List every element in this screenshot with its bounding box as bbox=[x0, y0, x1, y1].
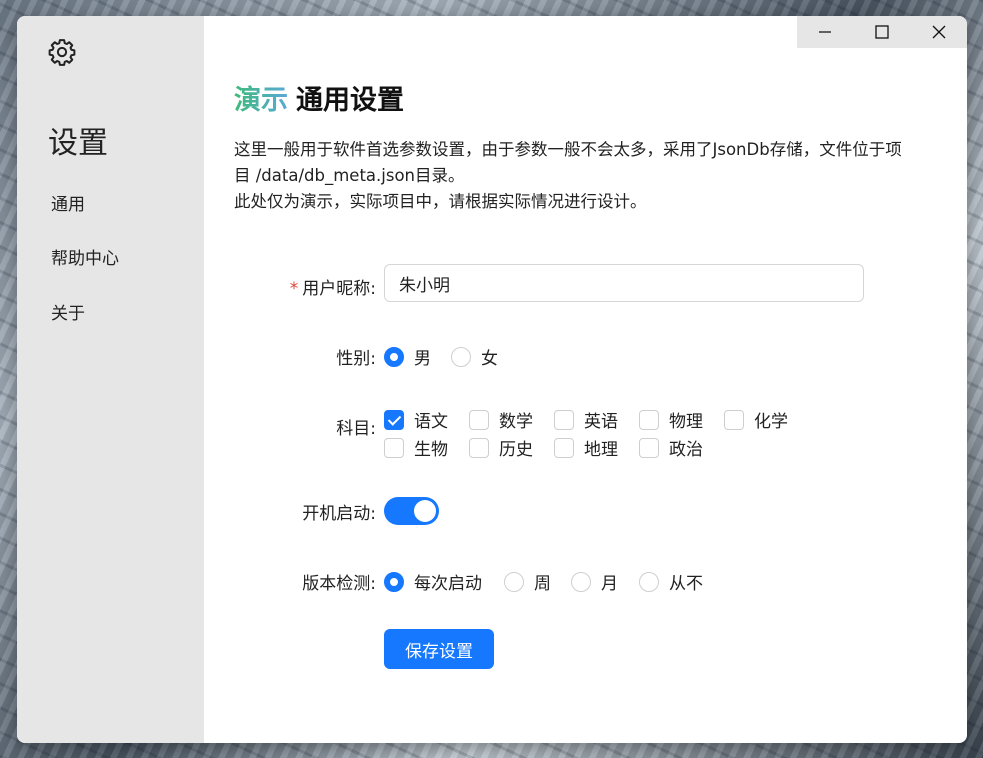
update-check-label: 版本检测: bbox=[302, 574, 376, 594]
checkbox-box bbox=[639, 409, 659, 430]
nickname-label: * 用户昵称: bbox=[289, 279, 376, 299]
page-description: 这里一般用于软件首选参数设置，由于参数一般不会太多，采用了JsonDb存储，文件… bbox=[234, 137, 944, 215]
required-mark: * bbox=[289, 279, 299, 299]
radio-dot bbox=[504, 571, 524, 592]
sidebar: 设置 通用 帮助中心 关于 bbox=[17, 16, 204, 743]
gender-radio-female[interactable]: 女 bbox=[451, 344, 498, 369]
settings-window: 设置 通用 帮助中心 关于 演示 通用设置 这里一般用于软件首选参数设置，由于参数… bbox=[17, 16, 967, 743]
radio-dot bbox=[384, 346, 404, 367]
radio-dot bbox=[639, 571, 659, 592]
description-line: 这里一般用于软件首选参数设置，由于参数一般不会太多，采用了JsonDb存储，文件… bbox=[234, 140, 902, 159]
radio-dot bbox=[571, 571, 591, 592]
sidebar-item-general[interactable]: 通用 bbox=[51, 190, 85, 215]
update-radio-never[interactable]: 从不 bbox=[639, 569, 703, 594]
subject-checkbox-chemistry[interactable]: 化学 bbox=[724, 407, 788, 432]
update-radio-weekly[interactable]: 周 bbox=[504, 569, 551, 594]
subject-checkbox-history[interactable]: 历史 bbox=[469, 435, 533, 460]
subject-checkbox-biology[interactable]: 生物 bbox=[384, 435, 448, 460]
gender-label: 性别: bbox=[336, 349, 376, 369]
checkbox-box bbox=[639, 437, 659, 458]
description-line: 此处仅为演示，实际项目中，请根据实际情况进行设计。 bbox=[234, 192, 647, 211]
page-title: 演示 通用设置 bbox=[234, 78, 404, 117]
gear-icon[interactable] bbox=[47, 37, 77, 67]
checkbox-box bbox=[554, 437, 574, 458]
radio-dot bbox=[451, 346, 471, 367]
radio-dot bbox=[384, 571, 404, 592]
checkbox-box bbox=[384, 437, 404, 458]
gender-radio-male[interactable]: 男 bbox=[384, 344, 431, 369]
update-radio-every-launch[interactable]: 每次启动 bbox=[384, 569, 482, 594]
nickname-input[interactable]: 朱小明 bbox=[384, 264, 864, 302]
main-content: 演示 通用设置 这里一般用于软件首选参数设置，由于参数一般不会太多，采用了Json… bbox=[204, 16, 967, 743]
toggle-knob bbox=[414, 500, 436, 522]
checkbox-box bbox=[469, 437, 489, 458]
subject-checkbox-math[interactable]: 数学 bbox=[469, 407, 533, 432]
save-settings-button[interactable]: 保存设置 bbox=[384, 629, 494, 669]
description-line: 目 /data/db_meta.json目录。 bbox=[234, 166, 465, 185]
sidebar-item-help-center[interactable]: 帮助中心 bbox=[51, 244, 119, 269]
checkbox-box bbox=[554, 409, 574, 430]
autostart-label: 开机启动: bbox=[302, 504, 376, 524]
update-radio-monthly[interactable]: 月 bbox=[571, 569, 618, 594]
subject-checkbox-chinese[interactable]: 语文 bbox=[384, 407, 448, 432]
checkbox-box bbox=[384, 409, 404, 430]
subjects-label: 科目: bbox=[336, 419, 376, 439]
checkbox-box bbox=[469, 409, 489, 430]
sidebar-title: 设置 bbox=[48, 126, 108, 161]
subject-checkbox-english[interactable]: 英语 bbox=[554, 407, 618, 432]
sidebar-item-about[interactable]: 关于 bbox=[51, 299, 85, 324]
page-title-accent: 演示 bbox=[234, 85, 288, 116]
subject-checkbox-politics[interactable]: 政治 bbox=[639, 435, 703, 460]
checkbox-box bbox=[724, 409, 744, 430]
subject-checkbox-physics[interactable]: 物理 bbox=[639, 407, 703, 432]
subject-checkbox-geography[interactable]: 地理 bbox=[554, 435, 618, 460]
autostart-toggle[interactable] bbox=[384, 497, 439, 525]
page-title-main: 通用设置 bbox=[296, 85, 404, 116]
